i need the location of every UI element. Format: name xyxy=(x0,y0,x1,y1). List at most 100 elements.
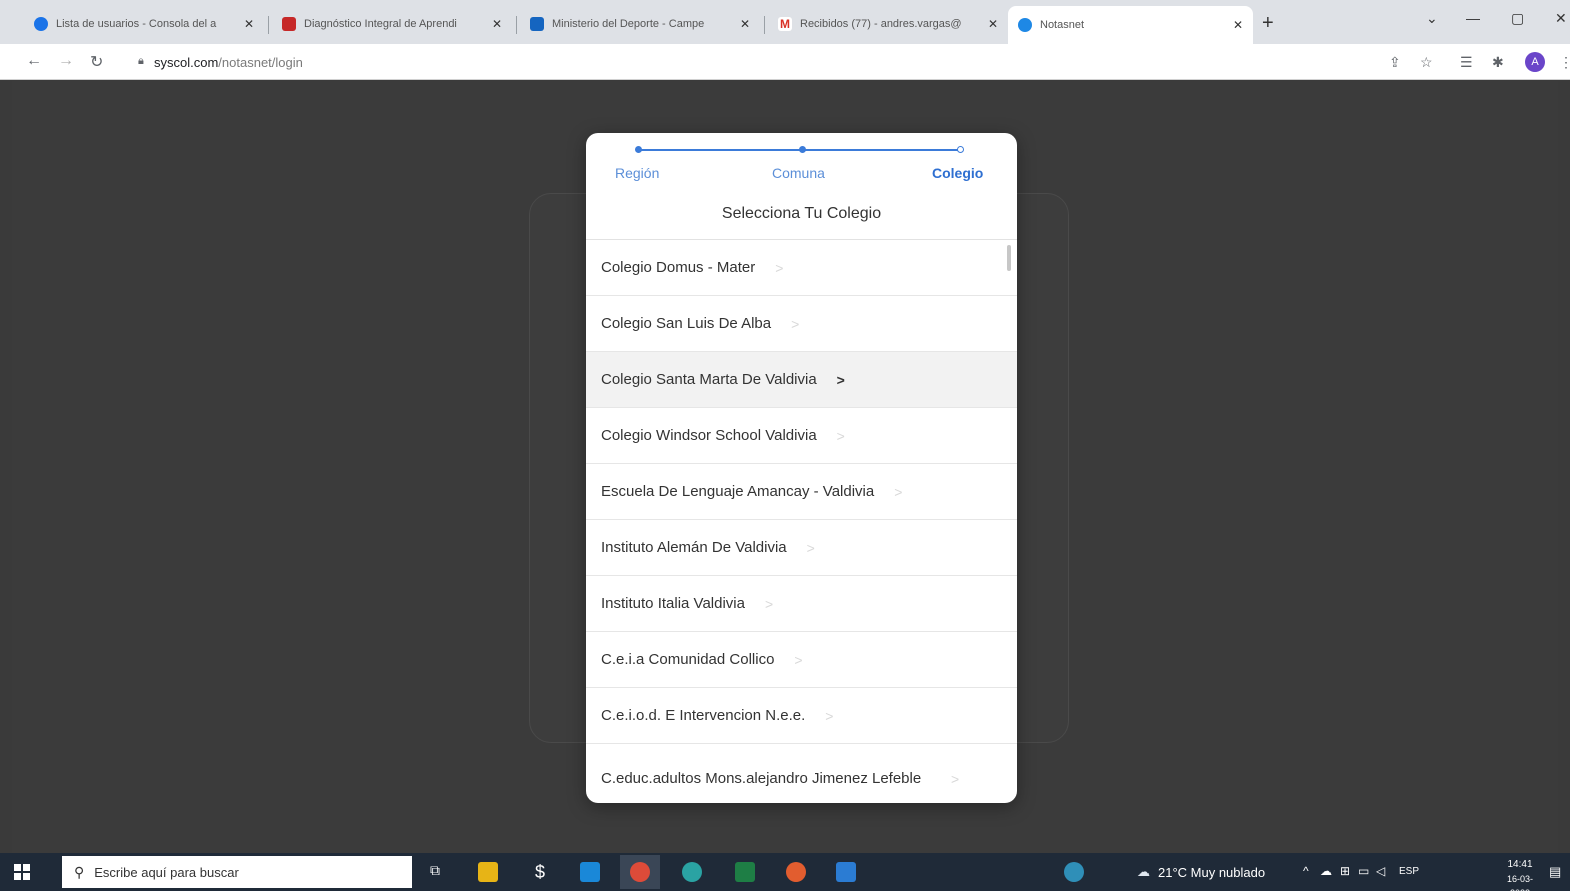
network-icon[interactable]: ⊞ xyxy=(1340,864,1350,878)
tab-2-close-icon[interactable]: ✕ xyxy=(492,17,502,31)
chevron-right-icon: > xyxy=(764,595,774,612)
taskbar-clock[interactable]: 14:41 16-03-2022 xyxy=(1500,858,1540,891)
stepper: Región Comuna Colegio xyxy=(586,133,1017,193)
excel-icon[interactable] xyxy=(735,862,755,882)
step-label-comuna[interactable]: Comuna xyxy=(772,165,825,181)
back-arrow-icon[interactable]: ← xyxy=(26,52,42,70)
word-icon[interactable] xyxy=(836,862,856,882)
browser-tab-strip: Lista de usuarios - Consola del a ✕ Diag… xyxy=(0,0,1570,44)
mail-icon[interactable] xyxy=(580,862,600,882)
browser-toolbar: ← → ↻ 🔒︎ syscol.com/notasnet/login ⇪ ☆ ☰… xyxy=(0,44,1570,80)
tab-4-gmail-icon: M xyxy=(778,17,792,31)
school-name: Colegio Windsor School Valdivia xyxy=(601,426,817,444)
tab-separator xyxy=(764,16,765,34)
school-name: C.e.i.a Comunidad Collico xyxy=(601,650,775,668)
address-host: syscol.com xyxy=(154,55,219,70)
stepper-line xyxy=(638,149,958,151)
step-dot-region xyxy=(635,146,642,153)
cloud-icon: ☁ xyxy=(1137,864,1150,879)
menu-kebab-icon[interactable]: ⋮ xyxy=(1559,54,1570,71)
address-bar[interactable]: syscol.com/notasnet/login xyxy=(154,55,303,70)
volume-icon[interactable]: ◁ xyxy=(1376,864,1385,878)
tab-5-favicon-icon xyxy=(1018,18,1032,32)
list-item[interactable]: Colegio Windsor School Valdivia > xyxy=(586,408,1017,464)
clock-time: 14:41 xyxy=(1507,859,1533,870)
chevron-right-icon: > xyxy=(794,651,803,668)
chevron-right-icon: > xyxy=(775,259,784,276)
profile-avatar[interactable]: A xyxy=(1525,52,1545,72)
extensions-puzzle-icon[interactable]: ✱ xyxy=(1492,54,1504,71)
tab-4-title: Recibidos (77) - andres.vargas@ xyxy=(800,18,962,30)
list-item[interactable]: Escuela De Lenguaje Amancay - Valdivia > xyxy=(586,464,1017,520)
chrome-profile-icon[interactable] xyxy=(682,862,702,882)
support-app-icon[interactable] xyxy=(1064,862,1084,882)
tab-2-favicon-icon xyxy=(282,17,296,31)
school-name: Escuela De Lenguaje Amancay - Valdivia xyxy=(601,482,875,500)
chevron-right-icon: > xyxy=(791,315,800,332)
taskbar-search-placeholder: Escribe aquí para buscar xyxy=(94,864,239,880)
browser-tab-3[interactable]: Ministerio del Deporte - Campe ✕ xyxy=(520,8,760,40)
list-item[interactable]: C.e.i.o.d. E Intervencion N.e.e. > xyxy=(586,688,1017,744)
tab-5-title: Notasnet xyxy=(1040,19,1085,31)
taskbar-search-box[interactable]: ⚲ Escribe aquí para buscar xyxy=(62,856,412,888)
school-name: Instituto Italia Valdivia xyxy=(601,594,745,612)
notifications-icon[interactable]: ▤ xyxy=(1549,864,1561,880)
tab-3-title: Ministerio del Deporte - Campe xyxy=(552,18,705,30)
list-scrollbar[interactable] xyxy=(1007,245,1011,271)
minimize-icon[interactable]: — xyxy=(1466,10,1480,26)
list-item-hovered[interactable]: Colegio Santa Marta De Valdivia > xyxy=(586,352,1017,408)
modal-title: Selecciona Tu Colegio xyxy=(721,205,882,222)
app-s-icon[interactable]: $ xyxy=(530,862,550,882)
school-name: Instituto Alemán De Valdivia xyxy=(601,538,787,556)
tab-separator xyxy=(268,16,269,34)
chevron-right-icon: > xyxy=(825,707,834,724)
browser-tab-5-active[interactable]: Notasnet ✕ xyxy=(1008,6,1253,44)
tab-2-title: Diagnóstico Integral de Aprendi xyxy=(304,18,457,30)
list-item[interactable]: C.educ.adultos Mons.alejandro Jimenez Le… xyxy=(586,744,1017,803)
chrome-icon[interactable] xyxy=(630,862,650,882)
file-explorer-icon[interactable] xyxy=(478,862,498,882)
maximize-icon[interactable]: ▢ xyxy=(1511,10,1524,27)
app-orange-icon[interactable] xyxy=(786,862,806,882)
lock-icon[interactable]: 🔒︎ xyxy=(138,55,144,68)
school-name: C.e.i.o.d. E Intervencion N.e.e. xyxy=(601,706,806,724)
windows-taskbar: ⚲ Escribe aquí para buscar ⧉ $ ☁ 21°C Mu… xyxy=(0,853,1570,891)
battery-icon[interactable]: ▭ xyxy=(1358,864,1369,878)
tab-3-close-icon[interactable]: ✕ xyxy=(740,17,750,31)
school-name: Colegio San Luis De Alba xyxy=(601,314,772,332)
list-item[interactable]: Colegio San Luis De Alba > xyxy=(586,296,1017,352)
browser-tab-1[interactable]: Lista de usuarios - Consola del a ✕ xyxy=(24,8,264,40)
school-name: Colegio Domus - Mater xyxy=(601,258,756,276)
windows-start-icon[interactable] xyxy=(14,864,30,880)
tab-separator xyxy=(516,16,517,34)
clock-date: 16-03-2022 xyxy=(1506,874,1533,891)
list-item[interactable]: Colegio Domus - Mater > xyxy=(586,240,1017,296)
tray-chevron-up-icon[interactable]: ^ xyxy=(1303,864,1309,878)
task-view-icon[interactable]: ⧉ xyxy=(430,862,440,879)
step-label-region[interactable]: Región xyxy=(615,165,659,181)
weather-widget[interactable]: ☁ 21°C Muy nublado xyxy=(1137,864,1265,880)
chevron-right-icon: > xyxy=(806,539,815,556)
share-icon[interactable]: ⇪ xyxy=(1389,54,1401,71)
reading-list-icon[interactable]: ☰ xyxy=(1460,54,1473,71)
tab-4-close-icon[interactable]: ✕ xyxy=(988,17,998,31)
chevron-right-icon: > xyxy=(836,371,845,388)
close-window-icon[interactable]: ✕ xyxy=(1555,10,1567,27)
tab-1-close-icon[interactable]: ✕ xyxy=(244,17,254,31)
tray-cloud-icon[interactable]: ☁ xyxy=(1320,864,1332,878)
browser-tab-4[interactable]: M Recibidos (77) - andres.vargas@ ✕ xyxy=(768,8,1008,40)
list-item[interactable]: Instituto Alemán De Valdivia > xyxy=(586,520,1017,576)
reload-icon[interactable]: ↻ xyxy=(90,52,103,72)
step-label-colegio[interactable]: Colegio xyxy=(932,165,983,181)
tab-search-chevron-icon[interactable]: ⌄ xyxy=(1426,10,1438,27)
tab-1-favicon-icon xyxy=(34,17,48,31)
forward-arrow-icon[interactable]: → xyxy=(58,52,74,70)
bookmark-star-icon[interactable]: ☆ xyxy=(1420,54,1433,71)
tab-5-close-icon[interactable]: ✕ xyxy=(1233,18,1243,32)
language-indicator[interactable]: ESP xyxy=(1399,866,1419,877)
school-list[interactable]: Colegio Domus - Mater > Colegio San Luis… xyxy=(586,239,1017,803)
list-item[interactable]: Instituto Italia Valdivia > xyxy=(586,576,1017,632)
new-tab-icon[interactable]: + xyxy=(1262,12,1274,35)
list-item[interactable]: C.e.i.a Comunidad Collico > xyxy=(586,632,1017,688)
browser-tab-2[interactable]: Diagnóstico Integral de Aprendi ✕ xyxy=(272,8,512,40)
